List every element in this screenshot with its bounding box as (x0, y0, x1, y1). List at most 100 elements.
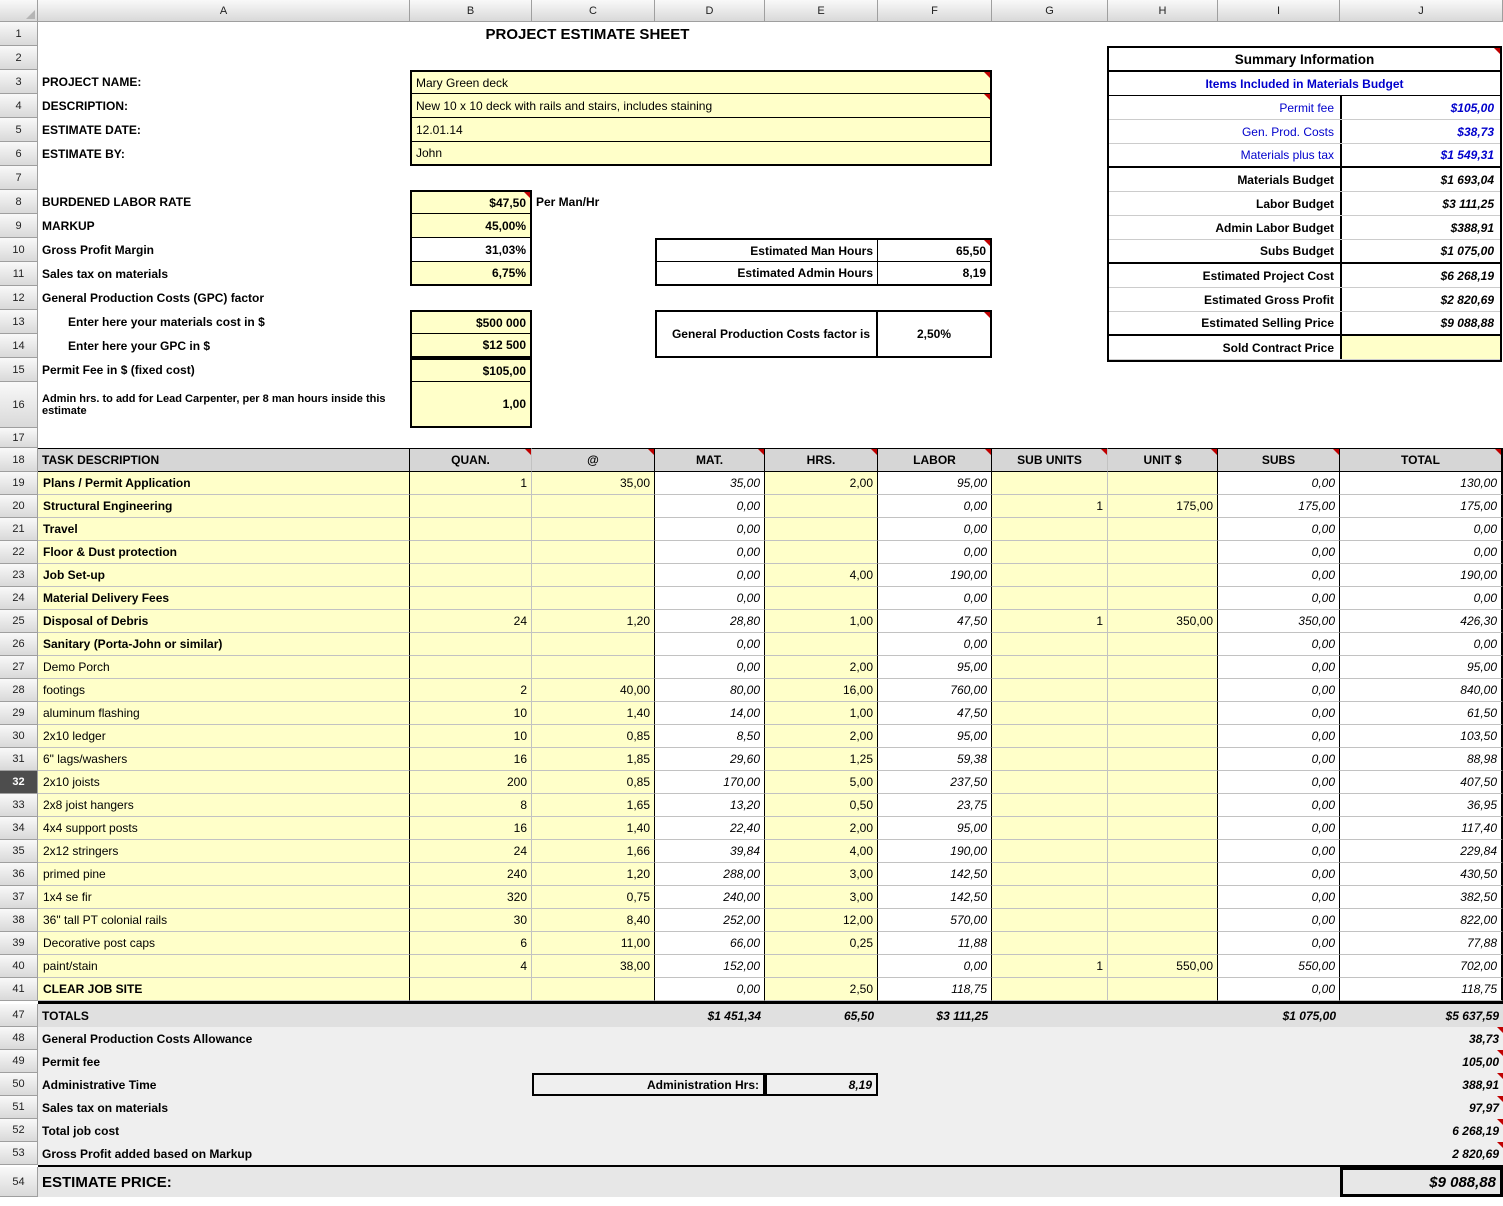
empty-cell[interactable] (38, 46, 1108, 70)
task-name-cell[interactable]: Travel (38, 518, 410, 541)
hrs-cell[interactable]: 1,00 (765, 610, 878, 633)
sub-units-cell[interactable] (992, 863, 1108, 886)
subs-cell[interactable]: 0,00 (1218, 702, 1340, 725)
row-header[interactable]: 5 (0, 118, 38, 142)
summary-estimated-gross-profit-label[interactable]: Estimated Gross Profit (1109, 288, 1340, 311)
subs-cell[interactable]: 0,00 (1218, 472, 1340, 495)
task-name-cell[interactable]: Material Delivery Fees (38, 587, 410, 610)
empty-cell[interactable] (992, 118, 1108, 142)
quan-cell[interactable]: 24 (410, 610, 532, 633)
total-cell[interactable]: 36,95 (1340, 794, 1503, 817)
quan-cell[interactable]: 240 (410, 863, 532, 886)
empty-cell[interactable] (532, 382, 1108, 428)
hrs-cell[interactable] (765, 587, 878, 610)
subs-cell[interactable]: 0,00 (1218, 886, 1340, 909)
sub-units-cell[interactable] (992, 794, 1108, 817)
subs-cell[interactable]: 0,00 (1218, 771, 1340, 794)
task-name-cell[interactable]: 4x4 support posts (38, 817, 410, 840)
summary-admin-labor-budget-label[interactable]: Admin Labor Budget (1109, 216, 1340, 239)
row-header[interactable]: 37 (0, 886, 38, 909)
empty-cell[interactable] (410, 1050, 1340, 1073)
sub-units-cell[interactable] (992, 909, 1108, 932)
total-cell[interactable]: 0,00 (1340, 541, 1503, 564)
gpc-amount-input[interactable]: $12 500 (410, 334, 532, 358)
empty-cell[interactable] (1108, 428, 1503, 448)
rate-cell[interactable]: 1,65 (532, 794, 655, 817)
unit-cell[interactable]: 550,00 (1108, 955, 1218, 978)
unit-cell[interactable] (1108, 564, 1218, 587)
quan-cell[interactable]: 200 (410, 771, 532, 794)
rate-cell[interactable]: 11,00 (532, 932, 655, 955)
total-cell[interactable]: 840,00 (1340, 679, 1503, 702)
labor-cell[interactable]: 0,00 (878, 541, 992, 564)
total-cell[interactable]: 430,50 (1340, 863, 1503, 886)
sub-units-cell[interactable] (992, 932, 1108, 955)
quan-cell[interactable] (410, 633, 532, 656)
quan-cell[interactable]: 16 (410, 748, 532, 771)
mat-cell[interactable]: 252,00 (655, 909, 765, 932)
empty-cell[interactable] (878, 1073, 1340, 1096)
empty-cell[interactable] (532, 310, 655, 334)
hrs-cell[interactable]: 12,00 (765, 909, 878, 932)
quan-cell[interactable]: 30 (410, 909, 532, 932)
empty-cell[interactable] (992, 334, 1108, 358)
quan-cell[interactable]: 320 (410, 886, 532, 909)
column-header-d[interactable]: D (655, 0, 765, 22)
row-header[interactable]: 28 (0, 679, 38, 702)
summary-subs-budget-value[interactable]: $1 075,00 (1340, 240, 1500, 262)
sub-units-cell[interactable] (992, 656, 1108, 679)
summary-materials-plus-tax-label[interactable]: Materials plus tax (1109, 144, 1340, 166)
column-header-g[interactable]: G (992, 0, 1108, 22)
subs-cell[interactable]: 0,00 (1218, 518, 1340, 541)
sub-units-cell[interactable] (992, 886, 1108, 909)
row-header[interactable]: 24 (0, 587, 38, 610)
mat-cell[interactable]: 22,40 (655, 817, 765, 840)
column-header-c[interactable]: C (532, 0, 655, 22)
column-header-a[interactable]: A (38, 0, 410, 22)
sub-units-cell[interactable] (992, 679, 1108, 702)
header-total[interactable]: TOTAL (1340, 448, 1503, 472)
empty-cell[interactable] (1108, 1004, 1218, 1027)
summary-estimated-project-cost-value[interactable]: $6 268,19 (1340, 264, 1500, 287)
mat-cell[interactable]: 0,00 (655, 587, 765, 610)
labor-cell[interactable]: 118,75 (878, 978, 992, 1001)
task-name-cell[interactable]: Plans / Permit Application (38, 472, 410, 495)
sub-units-cell[interactable] (992, 472, 1108, 495)
empty-cell[interactable] (532, 1004, 655, 1027)
subs-cell[interactable]: 175,00 (1218, 495, 1340, 518)
empty-cell[interactable] (38, 22, 410, 46)
unit-cell[interactable] (1108, 771, 1218, 794)
rate-cell[interactable] (532, 978, 655, 1001)
subs-cell[interactable]: 0,00 (1218, 817, 1340, 840)
sub-units-cell[interactable] (992, 518, 1108, 541)
rate-cell[interactable] (532, 495, 655, 518)
labor-cell[interactable]: 47,50 (878, 610, 992, 633)
unit-cell[interactable] (1108, 932, 1218, 955)
unit-cell[interactable] (1108, 587, 1218, 610)
rate-cell[interactable]: 1,40 (532, 817, 655, 840)
hrs-cell[interactable] (765, 495, 878, 518)
header-unit[interactable]: UNIT $ (1108, 448, 1218, 472)
rate-cell[interactable]: 35,00 (532, 472, 655, 495)
task-name-cell[interactable]: Sanitary (Porta-John or similar) (38, 633, 410, 656)
subs-cell[interactable]: 0,00 (1218, 633, 1340, 656)
summary-labor-budget-label[interactable]: Labor Budget (1109, 192, 1340, 215)
subs-cell[interactable]: 0,00 (1218, 840, 1340, 863)
estimated-man-hours-value[interactable]: 65,50 (878, 238, 992, 262)
row-header[interactable]: 39 (0, 932, 38, 955)
total-cell[interactable]: 0,00 (1340, 587, 1503, 610)
empty-cell[interactable] (992, 1004, 1108, 1027)
sales-tax-input[interactable]: 6,75% (410, 262, 532, 286)
rate-cell[interactable]: 0,75 (532, 886, 655, 909)
sub-units-cell[interactable] (992, 702, 1108, 725)
task-name-cell[interactable]: 2x12 stringers (38, 840, 410, 863)
summary-gen-prod-costs-value[interactable]: $38,73 (1340, 120, 1500, 143)
sub-units-cell[interactable]: 1 (992, 495, 1108, 518)
hrs-cell[interactable]: 2,00 (765, 656, 878, 679)
summary-estimated-project-cost-label[interactable]: Estimated Project Cost (1109, 264, 1340, 287)
sub-units-cell[interactable] (992, 840, 1108, 863)
summary-admin-labor-budget-value[interactable]: $388,91 (1340, 216, 1500, 239)
materials-cost-input[interactable]: $500 000 (410, 310, 532, 334)
subs-cell[interactable]: 0,00 (1218, 794, 1340, 817)
project-name-input[interactable]: Mary Green deck (410, 70, 992, 94)
